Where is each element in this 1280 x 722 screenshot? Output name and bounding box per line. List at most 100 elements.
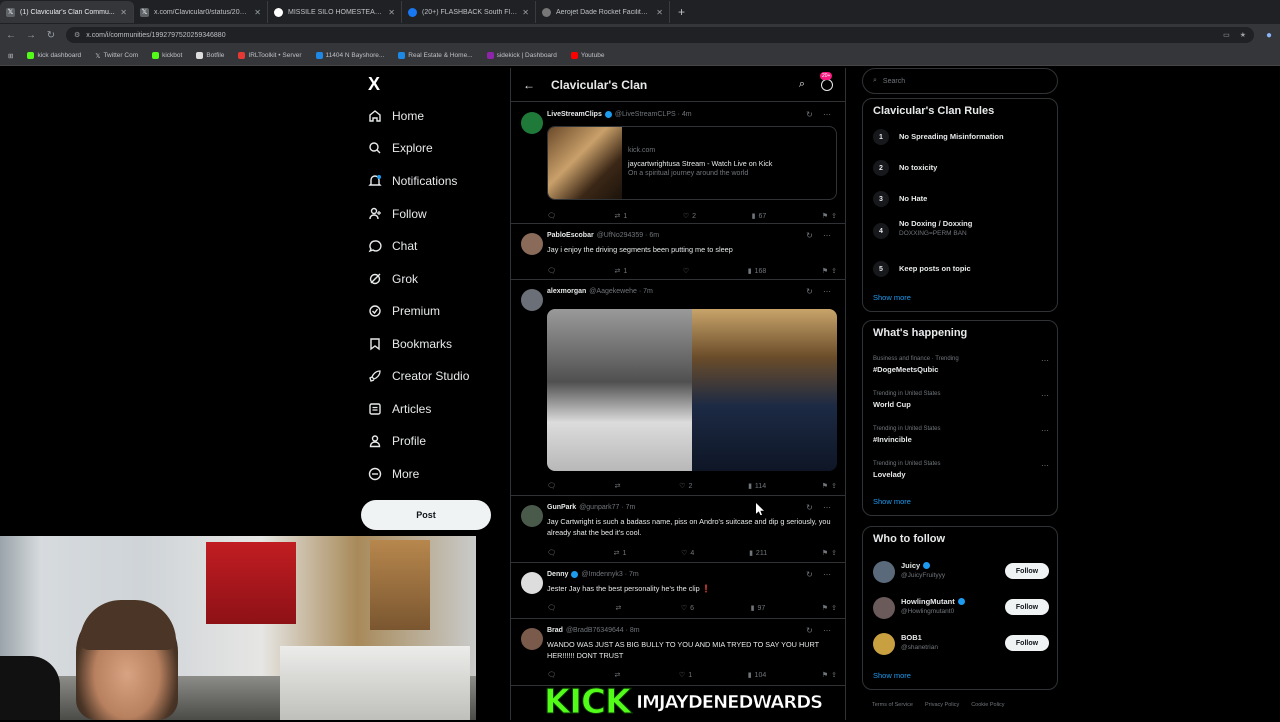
avatar[interactable] (521, 628, 543, 650)
footer-link[interactable]: Privacy Policy (925, 702, 959, 708)
author-handle[interactable]: @Aagekewehe · 7m (589, 288, 653, 295)
avatar[interactable] (521, 233, 543, 255)
share-icon[interactable]: ⇪ (831, 671, 837, 679)
views-button[interactable]: ▮ 67 (752, 211, 767, 221)
repost-button[interactable]: ⇄ (615, 481, 624, 491)
author-handle[interactable]: @UfNo294359 · 6m (597, 232, 659, 239)
back-arrow-icon[interactable]: ← (6, 30, 16, 41)
more-options-icon[interactable]: ↻ ⋯ (806, 110, 835, 119)
share-icon[interactable]: ⇪ (831, 267, 837, 275)
bookmark-icon[interactable]: ⚑ (822, 604, 828, 612)
trend-item[interactable]: Business and finance · Trending #DogeMeet… (873, 356, 1049, 374)
bookmark-item[interactable]: 𝕏 Twitter Com (95, 52, 138, 60)
share-icon[interactable]: ⇪ (831, 482, 837, 490)
new-tab-button[interactable]: + (670, 5, 693, 19)
bookmark-share[interactable]: ⚑ ⇪ (822, 548, 837, 558)
nav-articles[interactable]: Articles (368, 394, 431, 424)
views-button[interactable]: ▮ 104 (748, 670, 767, 680)
bookmark-share[interactable]: ⚑ ⇪ (822, 266, 837, 276)
media-image[interactable] (692, 309, 837, 471)
avatar[interactable] (521, 289, 543, 311)
like-button[interactable]: ♡ 6 (681, 603, 694, 613)
bookmark-item[interactable]: sidekick | Dashboard (486, 52, 557, 59)
profile-icon[interactable]: ● (1264, 30, 1274, 41)
footer-link[interactable]: Cookie Policy (971, 702, 1004, 708)
nav-follow[interactable]: Follow (368, 199, 427, 229)
like-button[interactable]: ♡ 4 (681, 548, 694, 558)
post[interactable]: Brad @BradB76349644 · 8m ↻ ⋯ WANDO WAS JU… (511, 620, 845, 686)
more-options-icon[interactable]: ⋯ (1041, 426, 1049, 435)
follow-button[interactable]: Follow (1005, 635, 1049, 651)
reply-button[interactable]: 🗨 (547, 603, 559, 613)
follow-button[interactable]: Follow (1005, 563, 1049, 579)
avatar[interactable] (873, 597, 895, 619)
browser-tab[interactable]: 𝕏 x.com/Clavicular0/status/2039... ✕ (134, 1, 268, 23)
author-handle[interactable]: @gunpark77 · 7m (579, 504, 635, 511)
follow-suggestion[interactable]: Juicy @JuicyFruityyy Follow (873, 559, 1049, 585)
like-button[interactable]: ♡ (683, 266, 692, 276)
bookmark-icon[interactable]: ⚑ (822, 549, 828, 557)
avatar[interactable] (873, 633, 895, 655)
bookmark-item[interactable]: Youtube (570, 52, 604, 59)
browser-tab[interactable]: (20+) FLASHBACK South Florid... ✕ (402, 1, 536, 23)
reply-button[interactable]: 🗨 (547, 266, 559, 276)
nav-home[interactable]: Home (368, 101, 424, 131)
nav-chat[interactable]: Chat (368, 231, 417, 261)
nav-explore[interactable]: Explore (368, 133, 433, 163)
bookmark-share[interactable]: ⚑ ⇪ (822, 211, 837, 221)
more-options-icon[interactable]: ↻ ⋯ (806, 503, 835, 512)
show-more-link[interactable]: Show more (873, 671, 911, 680)
reload-icon[interactable]: ↻ (46, 30, 56, 41)
nav-grok[interactable]: Grok (368, 264, 418, 294)
author-name[interactable]: Denny (547, 571, 568, 578)
close-icon[interactable]: ✕ (522, 8, 529, 17)
author-name[interactable]: PabloEscobar (547, 232, 594, 239)
post[interactable]: GunPark @gunpark77 · 7m ↻ ⋯ Jay Cartwrigh… (511, 497, 845, 563)
media-image[interactable] (547, 309, 692, 471)
bookmark-share[interactable]: ⚑ ⇪ (822, 603, 837, 613)
nav-creator-studio[interactable]: Creator Studio (368, 361, 469, 391)
more-options-icon[interactable]: ↻ ⋯ (806, 231, 835, 240)
trend-item[interactable]: Trending in United States #Invincible ⋯ (873, 426, 1049, 444)
avatar[interactable] (873, 561, 895, 583)
post[interactable]: Denny @Imdennyk3 · 7m ↻ ⋯ Jester Jay has … (511, 564, 845, 619)
forward-arrow-icon[interactable]: → (26, 30, 36, 41)
post[interactable]: PabloEscobar @UfNo294359 · 6m ↻ ⋯ Jay i e… (511, 225, 845, 280)
bookmark-item[interactable]: kick dashboard (27, 52, 81, 59)
avatar[interactable] (521, 572, 543, 594)
install-icon[interactable]: ▭ (1223, 31, 1230, 39)
author-name[interactable]: GunPark (547, 504, 576, 511)
like-button[interactable]: ♡ 1 (679, 670, 692, 680)
reply-button[interactable]: 🗨 (547, 548, 559, 558)
url-field[interactable]: ⚙ x.com/i/communities/199279752025934688… (66, 27, 1254, 43)
star-icon[interactable]: ★ (1240, 31, 1246, 39)
author-name[interactable]: LiveStreamClips (547, 111, 602, 118)
close-icon[interactable]: ✕ (254, 8, 261, 17)
views-button[interactable]: ▮ 168 (748, 266, 767, 276)
author-handle[interactable]: @LiveStreamCLPS · 4m (615, 111, 692, 118)
link-card[interactable]: kick.com jaycartwrightusa Stream - Watch… (547, 126, 837, 200)
footer-link[interactable]: Terms of Service (872, 702, 913, 708)
bookmark-item[interactable]: kickbot (152, 52, 182, 59)
apps-icon[interactable]: ⊞ (8, 52, 13, 60)
author-handle[interactable]: @BradB76349644 · 8m (566, 627, 640, 634)
post-media[interactable] (547, 309, 837, 471)
nav-more[interactable]: More (368, 459, 419, 489)
show-more-link[interactable]: Show more (873, 293, 911, 302)
bookmark-item[interactable]: IRLToolkit • Server (238, 52, 302, 59)
bookmark-icon[interactable]: ⚑ (822, 482, 828, 490)
follow-button[interactable]: Follow (1005, 599, 1049, 615)
reply-button[interactable]: 🗨 (547, 670, 559, 680)
more-options-icon[interactable]: ↻ ⋯ (806, 570, 835, 579)
back-arrow-icon[interactable]: ← (523, 78, 535, 92)
follow-suggestion[interactable]: HowlingMutant @Howlingmutant0 Follow (873, 595, 1049, 621)
share-icon[interactable]: ⇪ (831, 604, 837, 612)
author-handle[interactable]: @Imdennyk3 · 7m (581, 571, 638, 578)
avatar[interactable] (521, 505, 543, 527)
author-name[interactable]: Brad (547, 627, 563, 634)
views-button[interactable]: ▮ 211 (749, 548, 767, 558)
more-options-icon[interactable]: ↻ ⋯ (806, 626, 835, 635)
author-name[interactable]: alexmorgan (547, 288, 586, 295)
repost-button[interactable]: ⇄ 1 (614, 548, 627, 558)
bookmark-icon[interactable]: ⚑ (822, 267, 828, 275)
